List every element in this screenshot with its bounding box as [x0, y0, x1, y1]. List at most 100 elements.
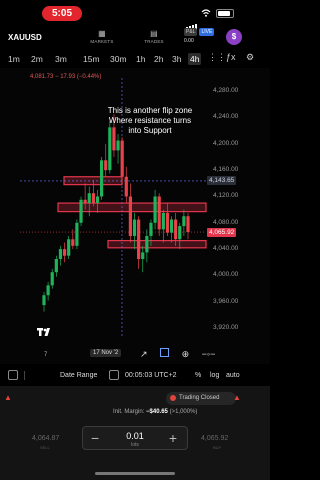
- annotation-line-1: This is another flip zone: [107, 106, 193, 115]
- candle-body: [141, 252, 145, 260]
- candle-body: [182, 216, 186, 227]
- timeframe-3h[interactable]: 3h: [170, 53, 183, 65]
- candle-body: [145, 235, 149, 253]
- candle-body: [137, 219, 141, 260]
- status-dot: [170, 395, 176, 401]
- candle-body: [58, 249, 63, 260]
- price-tick-label: 4,120.00: [213, 192, 239, 200]
- timeframe-15m[interactable]: 15m: [81, 53, 102, 65]
- timeframe-3m[interactable]: 3m: [53, 53, 69, 65]
- trades-icon: ▤: [150, 29, 158, 38]
- trendline-tool-icon[interactable]: ↗: [140, 349, 148, 360]
- initial-margin: Init. Margin: −$40.65 (>1,000%): [113, 409, 197, 415]
- buy-price[interactable]: 4,065.92: [201, 435, 228, 442]
- tradingview-logo: [37, 326, 53, 338]
- candle-body: [104, 160, 108, 171]
- more-tools-icon[interactable]: −◦−: [202, 349, 216, 359]
- trade-panel: ▲ Trading Closed ▲ Init. Margin: −$40.65…: [0, 386, 270, 480]
- drawing-toolbar: ↗ ⊕ −◦−: [140, 348, 225, 360]
- price-tick-label: 4,240.00: [213, 113, 239, 121]
- candle-body: [67, 239, 71, 256]
- candle-body: [161, 212, 165, 230]
- sell-label: SELL: [40, 445, 50, 450]
- timeframe-bar: 1m 2m 3m 15m 30m 1h 2h 3h 4h ⋮⋮ ƒx ⚙: [0, 50, 270, 68]
- timeframe-2h[interactable]: 2h: [152, 53, 165, 65]
- candle-body: [95, 196, 100, 204]
- settings-icon[interactable]: ⚙: [246, 52, 254, 63]
- timeframe-1m[interactable]: 1m: [6, 53, 22, 65]
- candle-body: [186, 216, 190, 233]
- chart-annotation: This is another flip zone Where resistan…: [100, 106, 200, 136]
- candle-body: [100, 160, 104, 197]
- live-badge: LIVE: [199, 28, 215, 36]
- chart-controls: Date Range 00:05:03 UTC+2 % log auto: [0, 368, 270, 386]
- candle-body: [71, 239, 75, 246]
- timeframe-30m[interactable]: 30m: [108, 53, 129, 65]
- timeframe-2m[interactable]: 2m: [29, 53, 45, 65]
- candle-body: [46, 285, 50, 296]
- wifi-icon: [201, 9, 211, 17]
- account-summary[interactable]: P&L LIVE 0.00: [184, 28, 215, 44]
- battery-icon: [216, 9, 234, 18]
- auto-toggle[interactable]: auto: [226, 372, 240, 379]
- price-chart[interactable]: 4,081.73 − 17.93 (−0.44%) This is anothe…: [0, 68, 270, 364]
- status-time: 5:05: [42, 6, 82, 21]
- warning-icon: ▲: [233, 393, 241, 402]
- timezone-label[interactable]: 00:05:03 UTC+2: [125, 372, 177, 379]
- log-toggle[interactable]: log: [210, 372, 219, 379]
- increase-lots-button[interactable]: +: [169, 430, 177, 446]
- price-tick-label: 4,040.00: [213, 245, 239, 253]
- crosshair-price-tag: 4,143.65: [207, 176, 237, 186]
- price-tick-label: 4,160.00: [213, 166, 239, 174]
- candle-body: [120, 140, 124, 177]
- lot-size-stepper[interactable]: − 0.01 lots +: [82, 426, 188, 450]
- candle-body: [169, 219, 174, 233]
- current-price-tag: 4,065.92: [207, 227, 237, 237]
- rectangle-tool-icon[interactable]: [160, 348, 170, 357]
- candle-body: [79, 199, 83, 223]
- trades-tab[interactable]: ▤ TRADES: [134, 29, 174, 44]
- markets-icon: ▦: [98, 29, 106, 38]
- markets-tab[interactable]: ▦ MARKETS: [82, 29, 122, 44]
- candle-body: [157, 196, 161, 230]
- market-status-badge: Trading Closed: [166, 392, 236, 405]
- trades-label: TRADES: [144, 39, 164, 44]
- account-balance: 0.00: [184, 38, 194, 44]
- crosshair-tool-icon[interactable]: ⊕: [182, 349, 190, 360]
- margin-value: −$40.65: [146, 409, 168, 415]
- ohlc-readout: 4,081.73 − 17.93 (−0.44%): [30, 74, 102, 80]
- candle-body: [75, 222, 79, 246]
- indicator-icon[interactable]: ƒx: [226, 52, 236, 62]
- timezone-icon[interactable]: [109, 370, 119, 380]
- market-status-text: Trading Closed: [179, 395, 220, 401]
- sell-price[interactable]: 4,064.87: [32, 435, 59, 442]
- candle-body: [165, 212, 170, 233]
- price-tick-label: 4,280.00: [213, 87, 239, 95]
- deposit-button[interactable]: $: [226, 29, 242, 45]
- home-indicator: [95, 472, 175, 475]
- pnl-badge: P&L: [184, 28, 198, 36]
- date-range-button[interactable]: Date Range: [60, 372, 97, 379]
- candle-body: [54, 259, 58, 273]
- candle-body: [50, 272, 54, 286]
- timeframe-4h[interactable]: 4h: [188, 53, 202, 65]
- percent-toggle[interactable]: %: [195, 372, 201, 379]
- margin-label: Init. Margin:: [113, 409, 145, 415]
- markets-label: MARKETS: [90, 39, 114, 44]
- calendar-icon[interactable]: [8, 370, 18, 380]
- price-tick-label: 3,920.00: [213, 324, 239, 332]
- timeframe-1h[interactable]: 1h: [134, 53, 147, 65]
- candle-body: [87, 193, 91, 204]
- warning-icon: ▲: [4, 393, 12, 402]
- candle-body: [124, 176, 128, 197]
- candle-body: [91, 193, 95, 204]
- annotation-line-3: into Support: [128, 126, 172, 135]
- price-tick-label: 4,000.00: [213, 271, 239, 279]
- status-bar: 5:05: [0, 0, 270, 30]
- candle-body: [153, 196, 157, 223]
- candle-body: [83, 199, 87, 204]
- candle-body: [178, 226, 182, 240]
- chart-type-icon[interactable]: ⋮⋮: [208, 52, 226, 63]
- candle-body: [128, 196, 132, 236]
- symbol-label[interactable]: XAUUSD: [8, 33, 42, 42]
